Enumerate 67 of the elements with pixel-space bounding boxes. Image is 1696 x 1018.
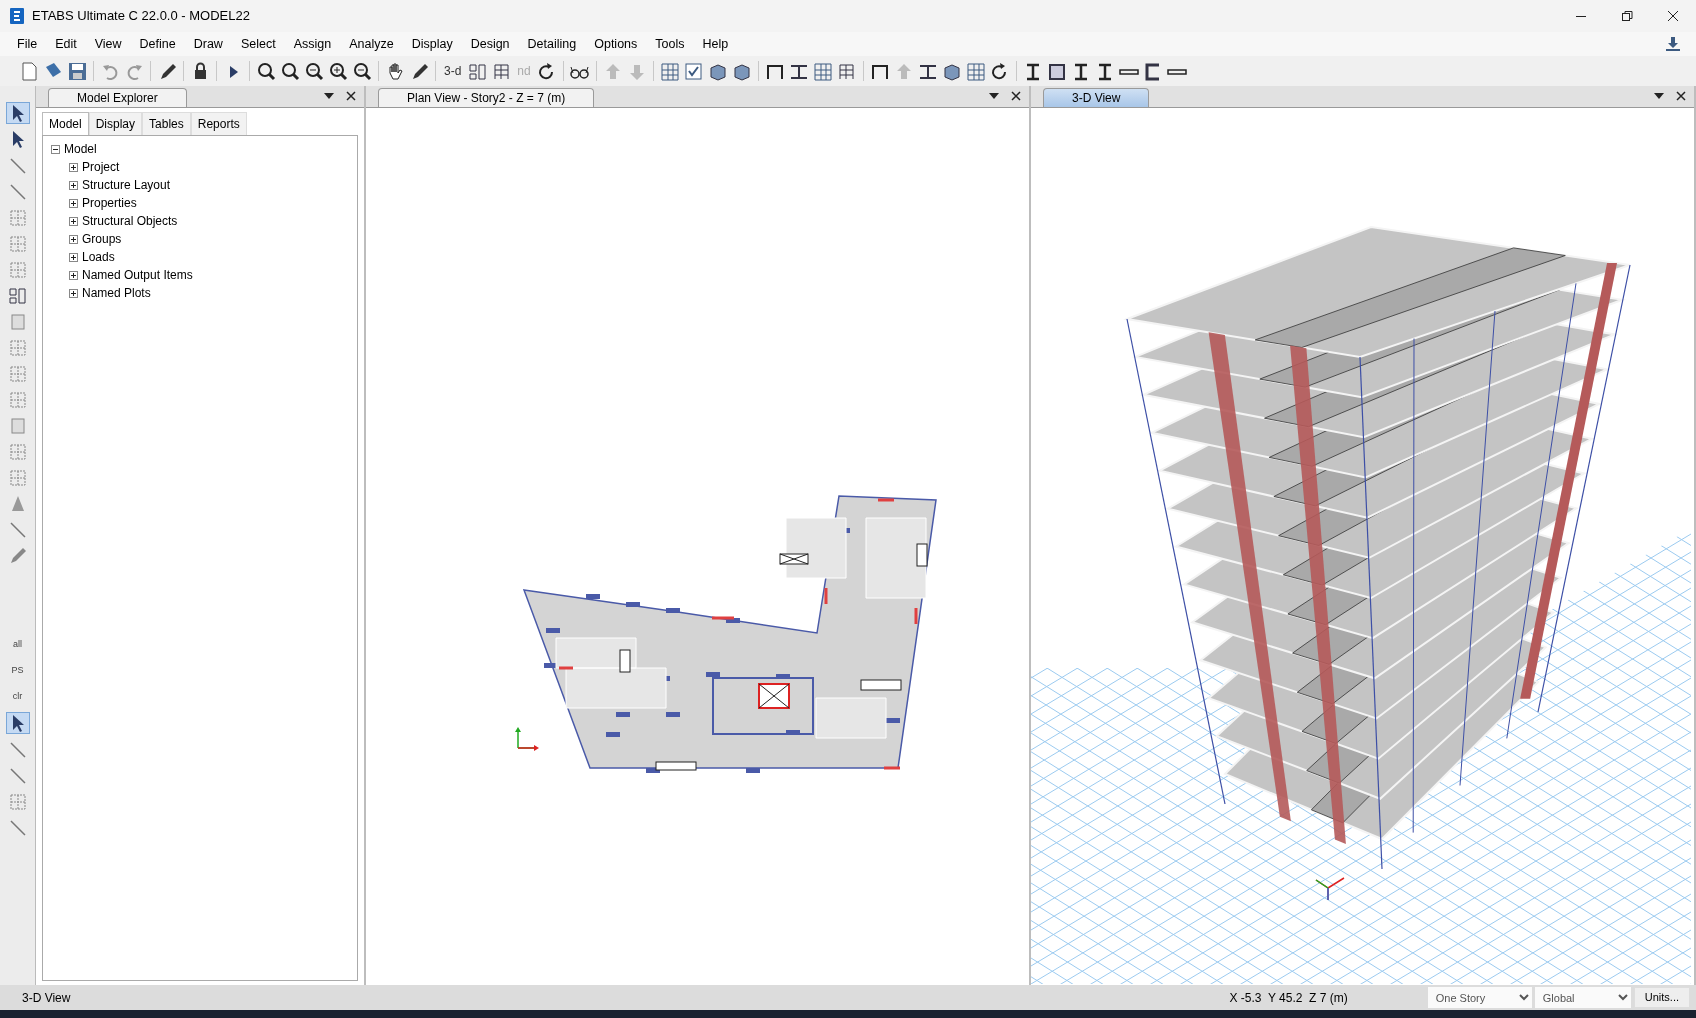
close-icon xyxy=(1665,8,1681,24)
explorer-tab[interactable]: Display xyxy=(88,112,143,135)
tree-item[interactable]: Named Plots xyxy=(82,284,151,302)
menu-item[interactable]: Help xyxy=(693,32,738,56)
app-logo-icon xyxy=(10,8,24,24)
panel-tab[interactable]: 3-D View xyxy=(1043,88,1150,107)
toolbar-button[interactable]: all xyxy=(5,634,30,656)
tree-item[interactable]: Loads xyxy=(82,248,115,266)
zoom-out-icon[interactable] xyxy=(303,60,325,82)
zoom-icon[interactable] xyxy=(255,60,277,82)
units-button[interactable]: Units... xyxy=(1633,987,1690,1008)
explorer-tab[interactable]: Reports xyxy=(190,112,247,135)
expand-icon[interactable] xyxy=(69,235,78,245)
tree-item[interactable]: Model xyxy=(64,140,97,158)
zoom-icon[interactable] xyxy=(279,60,301,82)
minimize-icon xyxy=(1576,15,1586,17)
menu-item[interactable]: Assign xyxy=(284,32,341,56)
axis-icon xyxy=(1315,877,1345,901)
expand-icon[interactable] xyxy=(69,163,78,173)
status-text: 3-D View xyxy=(22,989,71,1007)
panel-tab[interactable]: Model Explorer xyxy=(48,88,187,107)
tree-item[interactable]: Project xyxy=(82,158,120,176)
explorer-tab[interactable]: Tables xyxy=(142,112,191,135)
panel-tab[interactable]: Plan View - Story2 - Z = 7 (m) xyxy=(378,88,595,107)
grid-icon[interactable] xyxy=(811,60,834,82)
coordinate-system-dropdown[interactable]: Global xyxy=(1534,987,1631,1008)
story-dropdown[interactable]: One Story xyxy=(1427,987,1532,1008)
expand-icon[interactable] xyxy=(69,217,78,227)
expand-icon[interactable] xyxy=(69,253,78,263)
tree-item[interactable]: Structural Objects xyxy=(82,212,178,230)
axis-icon xyxy=(515,727,539,751)
menu-item[interactable]: Analyze xyxy=(340,32,403,56)
tree-item[interactable]: Properties xyxy=(82,194,137,212)
coordinates-text: X -5.3 Y 45.2 Z 7 (m) xyxy=(1229,989,1348,1007)
pointer-icon[interactable] xyxy=(5,712,30,734)
menu-item[interactable]: Display xyxy=(402,32,462,56)
grid-icon[interactable] xyxy=(964,60,987,82)
menu-item[interactable]: Design xyxy=(461,32,519,56)
expand-icon[interactable] xyxy=(69,271,78,281)
tree-item[interactable]: Named Output Items xyxy=(82,266,193,284)
menu-item[interactable]: Tools xyxy=(646,32,694,56)
zoom-out-icon[interactable] xyxy=(351,60,373,82)
tree-item[interactable]: Groups xyxy=(82,230,122,248)
menu-item[interactable]: Options xyxy=(585,32,647,56)
tree-item[interactable]: Structure Layout xyxy=(82,176,171,194)
expand-icon[interactable] xyxy=(69,181,78,191)
expand-icon[interactable] xyxy=(69,199,78,209)
menu-item[interactable]: File xyxy=(8,32,47,56)
explorer-tab[interactable]: Model xyxy=(42,112,89,135)
toolbar-button[interactable]: 3-d xyxy=(441,60,465,82)
toolbar-button[interactable]: clr xyxy=(5,686,30,708)
window-title: ETABS Ultimate C 22.0.0 - MODEL22 xyxy=(32,7,250,26)
restore-icon xyxy=(1619,8,1635,24)
expand-icon[interactable] xyxy=(69,289,78,299)
menu-item[interactable]: Edit xyxy=(46,32,86,56)
collapse-icon[interactable] xyxy=(51,145,60,155)
menu-item[interactable]: Detailing xyxy=(518,32,586,56)
save-icon[interactable] xyxy=(66,60,88,82)
grid-icon[interactable] xyxy=(658,60,681,82)
menu-item[interactable]: Define xyxy=(130,32,185,56)
checkbox-icon[interactable] xyxy=(682,60,705,82)
pointer-icon[interactable] xyxy=(5,102,30,124)
toolbar-button[interactable]: PS xyxy=(5,660,30,682)
menu-item[interactable]: View xyxy=(85,32,131,56)
menu-item[interactable]: Select xyxy=(231,32,285,56)
menu-item[interactable]: Draw xyxy=(184,32,232,56)
zoom-in-icon[interactable] xyxy=(327,60,349,82)
